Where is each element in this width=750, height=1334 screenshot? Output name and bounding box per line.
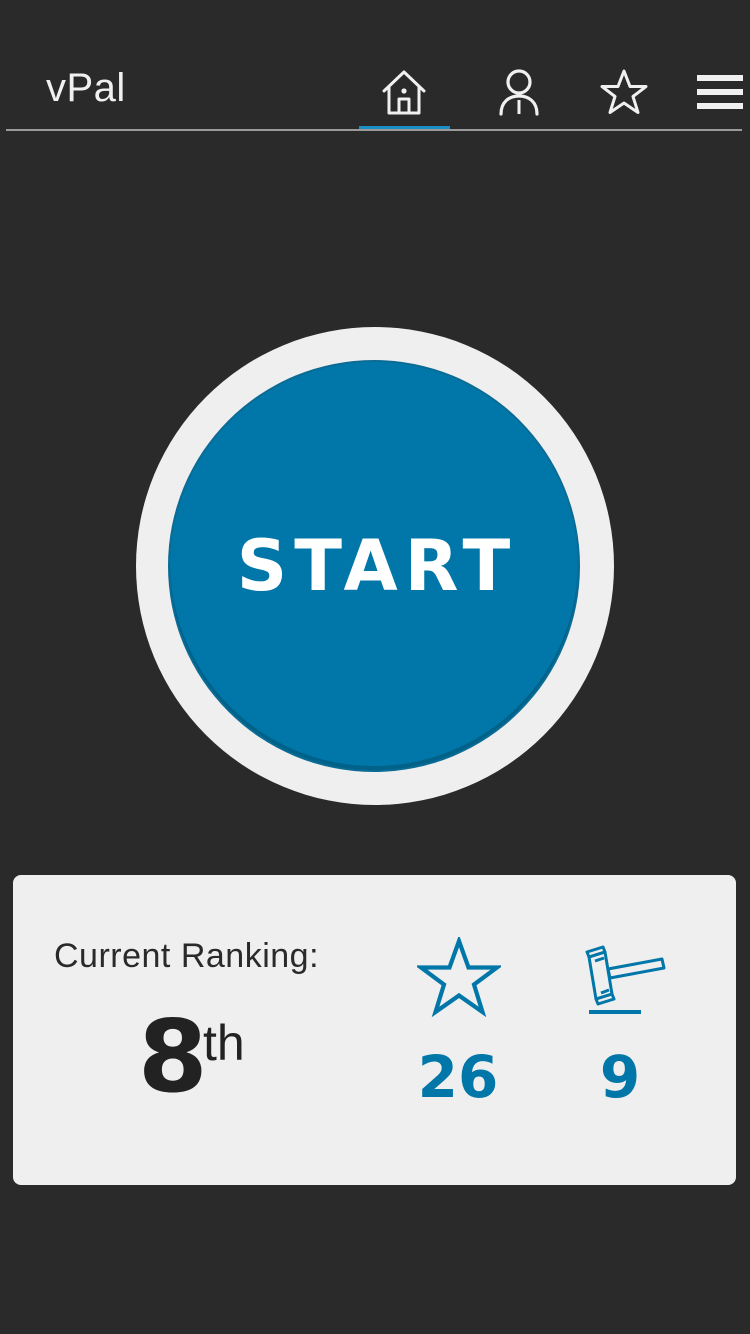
stars-count: 26	[417, 1043, 499, 1111]
star-icon	[600, 69, 648, 114]
stars-stat-icon	[414, 934, 504, 1022]
gavel-icon	[585, 945, 666, 1014]
app-screen: vPal START Current Ranking: 8 th 26 9	[0, 0, 750, 1334]
stats-card: Current Ranking: 8 th 26 9	[13, 875, 736, 1185]
user-icon	[499, 69, 539, 116]
home-icon	[382, 70, 426, 115]
nav-menu-button[interactable]	[685, 60, 750, 124]
star-icon	[414, 934, 504, 1018]
votes-stat-icon	[583, 943, 667, 1020]
ranking-label: Current Ranking:	[54, 937, 320, 975]
ranking-number: 8	[138, 998, 208, 1115]
start-button[interactable]: START	[170, 362, 578, 770]
nav-home-button[interactable]	[369, 60, 439, 124]
votes-count: 9	[599, 1043, 641, 1111]
ranking-suffix: th	[203, 1015, 245, 1071]
header-divider	[6, 129, 742, 131]
top-nav-bar: vPal	[0, 0, 750, 131]
start-button-label: START	[236, 525, 518, 607]
nav-profile-button[interactable]	[484, 60, 554, 124]
hamburger-menu-icon	[697, 75, 743, 109]
app-title: vPal	[46, 66, 126, 110]
nav-favorites-button[interactable]	[589, 60, 659, 124]
